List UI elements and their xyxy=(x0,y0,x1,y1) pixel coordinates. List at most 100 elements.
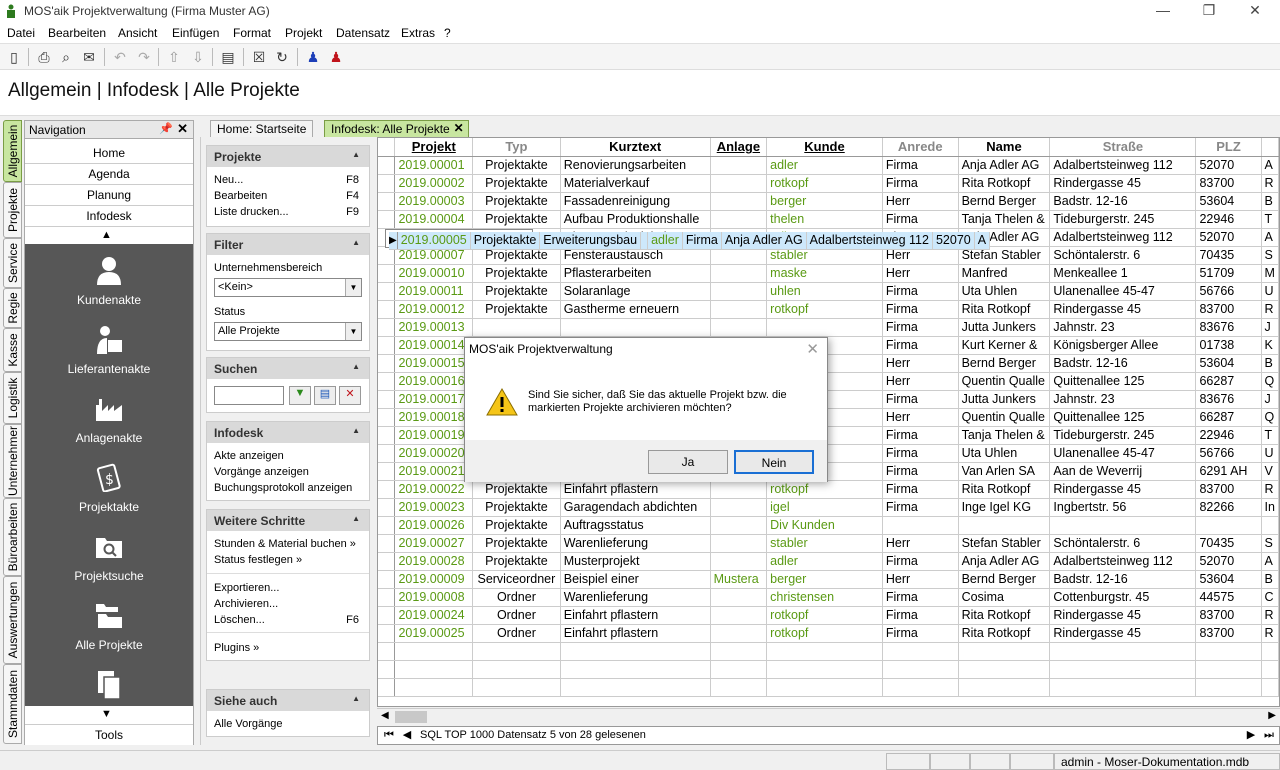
cell-typ[interactable]: Projektakte xyxy=(472,192,561,211)
tile-anlagenakte[interactable]: Anlagenakte xyxy=(25,387,193,456)
cell-plz[interactable]: 52070 xyxy=(1195,228,1262,247)
cell-kunde[interactable]: berger xyxy=(766,192,883,211)
cell-plz[interactable]: 66287 xyxy=(1195,408,1262,427)
cell-ort[interactable]: V xyxy=(1261,462,1279,481)
cell-projekt[interactable]: 2019.00003 xyxy=(394,192,474,211)
cell-plz[interactable]: 53604 xyxy=(1195,192,1262,211)
cell-strasse[interactable]: Schöntalerstr. 6 xyxy=(1049,534,1197,553)
cell-plz[interactable]: 22946 xyxy=(1195,426,1262,445)
cell-kurztext[interactable]: Musterprojekt xyxy=(560,552,711,571)
cell-strasse[interactable]: Schöntalerstr. 6 xyxy=(1049,246,1197,265)
vtab-allgemein[interactable]: Allgemein xyxy=(3,120,22,182)
cell-strasse[interactable]: Aan de Weverrij xyxy=(1049,462,1197,481)
cell-plz[interactable]: 66287 xyxy=(1195,372,1262,391)
vtab-service[interactable]: Service xyxy=(3,238,22,288)
cell-anrede[interactable] xyxy=(882,516,959,535)
cell-plz[interactable]: 83676 xyxy=(1195,318,1262,337)
cell-kunde[interactable] xyxy=(766,318,883,337)
cell-kunde[interactable]: adler xyxy=(647,231,683,250)
action-archivieren[interactable]: Archivieren... xyxy=(214,598,278,610)
cell-strasse[interactable]: Badstr. 12-16 xyxy=(1049,354,1197,373)
cell-ort[interactable]: B xyxy=(1261,354,1279,373)
cell-projekt[interactable]: 2019.00026 xyxy=(394,516,474,535)
cell-anrede[interactable]: Firma xyxy=(882,444,959,463)
cell-kurztext[interactable]: Erweiterungsbau xyxy=(539,231,642,250)
cell-kurztext[interactable]: Auftragsstatus xyxy=(560,516,711,535)
cell-ort[interactable] xyxy=(1261,516,1279,535)
cell-projekt[interactable]: 2019.00001 xyxy=(394,156,474,175)
nav-planung[interactable]: Planung xyxy=(25,185,193,206)
tab-home[interactable]: Home: Startseite xyxy=(210,120,314,137)
cell-anrede[interactable]: Firma xyxy=(882,552,959,571)
row-header[interactable] xyxy=(378,588,396,607)
cell-typ[interactable]: Projektakte xyxy=(472,156,561,175)
cell-typ[interactable]: Projektakte xyxy=(472,498,561,517)
cell-strasse[interactable]: Badstr. 12-16 xyxy=(1049,570,1197,589)
cell-plz[interactable]: 22946 xyxy=(1195,210,1262,229)
table-row[interactable]: 2019.00009 Serviceordner Beispiel einer Mus… xyxy=(378,570,1279,589)
collapse-icon[interactable]: ▲ xyxy=(352,426,360,435)
cell-ort[interactable]: T xyxy=(1261,210,1279,229)
cell-ort[interactable]: A xyxy=(974,231,991,250)
cell-plz[interactable]: 83700 xyxy=(1195,606,1262,625)
cell-kunde[interactable]: christensen xyxy=(766,588,883,607)
row-header[interactable] xyxy=(378,426,396,445)
table-row[interactable]: 2019.00022 Projektakte Einfahrt pflastern r… xyxy=(378,480,1279,499)
col-anrede[interactable]: Anrede xyxy=(882,138,959,157)
cell-typ[interactable] xyxy=(472,318,561,337)
cell-kunde[interactable]: adler xyxy=(766,156,883,175)
cell-anlage[interactable] xyxy=(710,156,768,175)
cell-strasse[interactable]: Ulanenallee 45-47 xyxy=(1049,282,1197,301)
tile-kundenakte[interactable]: Kundenakte xyxy=(25,249,193,318)
vtab-regie[interactable]: Regie xyxy=(3,288,22,328)
col-strasse[interactable]: Straße xyxy=(1049,138,1197,157)
refresh-icon[interactable]: ↻ xyxy=(272,47,292,67)
action-vorgaenge-anzeigen[interactable]: Vorgänge anzeigen xyxy=(214,466,309,478)
cell-kunde[interactable]: thelen xyxy=(766,210,883,229)
action-stunden-material[interactable]: Stunden & Material buchen » xyxy=(214,538,356,550)
tile-projektakte[interactable]: $ Projektakte xyxy=(25,456,193,525)
cell-anlage[interactable] xyxy=(640,231,649,250)
panel-header[interactable]: Siehe auch ▲ xyxy=(207,690,369,711)
cell-projekt[interactable]: 2019.00002 xyxy=(394,174,474,193)
cell-strasse[interactable]: Jahnstr. 23 xyxy=(1049,318,1197,337)
row-header[interactable] xyxy=(378,534,396,553)
horizontal-scrollbar[interactable]: ◀ ▶ xyxy=(377,708,1280,725)
filter-list-icon[interactable]: ▤ xyxy=(314,386,336,405)
cell-anlage[interactable] xyxy=(710,624,768,643)
tile-lieferantenakte[interactable]: Lieferantenakte xyxy=(25,318,193,387)
cell-ort[interactable]: A xyxy=(1261,552,1279,571)
cell-ort[interactable]: Q xyxy=(1261,408,1279,427)
action-liste-drucken[interactable]: Liste drucken... xyxy=(214,206,289,218)
menu-help[interactable]: ? xyxy=(444,26,451,40)
cell-plz[interactable]: 51709 xyxy=(1195,264,1262,283)
search-document-icon[interactable]: ▤ xyxy=(218,47,238,67)
cell-name[interactable]: Quentin Qualle xyxy=(958,372,1051,391)
cell-projekt[interactable]: 2019.00027 xyxy=(394,534,474,553)
cell-name[interactable]: Stefan Stabler xyxy=(958,534,1051,553)
cell-name[interactable]: Inge Igel KG xyxy=(958,498,1051,517)
scroll-left-icon[interactable]: ◀ xyxy=(381,710,389,721)
cell-anrede[interactable]: Firma xyxy=(882,156,959,175)
cell-anlage[interactable] xyxy=(710,588,768,607)
cell-name[interactable]: Anja Adler AG xyxy=(958,552,1051,571)
row-header[interactable] xyxy=(378,174,396,193)
table-row[interactable]: 2019.00024 Ordner Einfahrt pflastern rotkop… xyxy=(378,606,1279,625)
cell-typ[interactable]: Projektakte xyxy=(472,552,561,571)
cell-anrede[interactable]: Firma xyxy=(882,300,959,319)
cell-plz[interactable]: 56766 xyxy=(1195,282,1262,301)
cell-kunde[interactable]: rotkopf xyxy=(766,480,883,499)
cell-kurztext[interactable]: Warenlieferung xyxy=(560,534,711,553)
cell-projekt[interactable]: 2019.00020 xyxy=(394,444,474,463)
previous-record-icon[interactable]: ◀ xyxy=(398,727,416,744)
cell-name[interactable]: Rita Rotkopf xyxy=(958,174,1051,193)
cell-name[interactable]: Jutta Junkers xyxy=(958,318,1051,337)
delete-icon[interactable]: ☒ xyxy=(249,47,269,67)
cell-ort[interactable]: R xyxy=(1261,606,1279,625)
cell-plz[interactable]: 52070 xyxy=(1195,156,1262,175)
menu-ansicht[interactable]: Ansicht xyxy=(118,26,157,40)
arrow-down-icon[interactable]: ⇩ xyxy=(188,47,208,67)
cell-anlage[interactable] xyxy=(710,534,768,553)
cell-anlage[interactable] xyxy=(710,174,768,193)
col-projekt[interactable]: Projekt xyxy=(394,138,474,157)
